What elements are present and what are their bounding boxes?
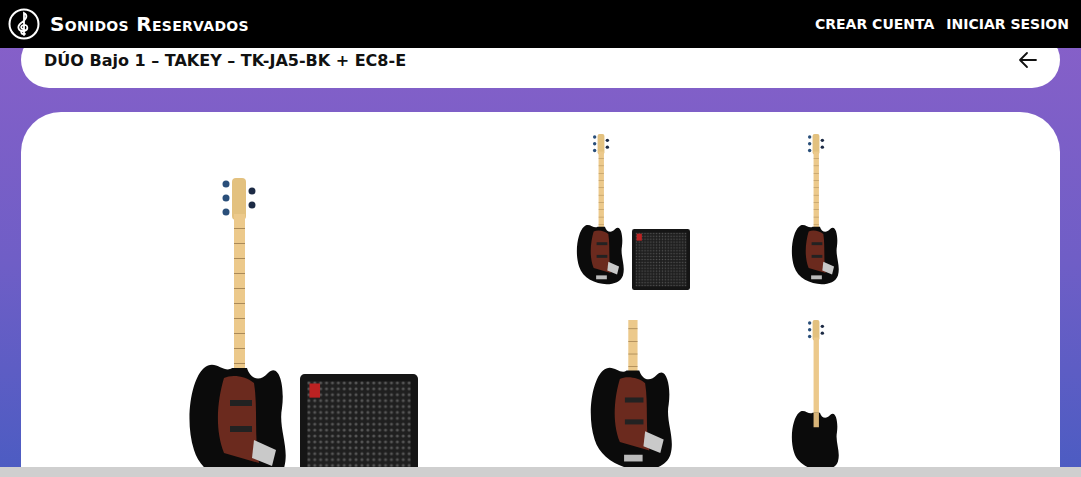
thumbnail-photo[interactable] bbox=[574, 134, 690, 290]
nav-menu: CREAR CUENTA INICIAR SESION bbox=[815, 16, 1069, 32]
nav-link[interactable]: CREAR CUENTA bbox=[815, 16, 934, 32]
logo-text[interactable]: Sonidos Reservados bbox=[50, 12, 249, 36]
top-bar: Sonidos Reservados CREAR CUENTA INICIAR S… bbox=[0, 0, 1081, 48]
thumbnail[interactable] bbox=[540, 134, 724, 312]
main-image bbox=[21, 112, 540, 467]
gallery-card bbox=[21, 112, 1060, 467]
thumbnail-grid bbox=[540, 112, 1060, 467]
back-arrow-icon[interactable] bbox=[1018, 51, 1038, 69]
nav-link[interactable]: INICIAR SESION bbox=[946, 16, 1069, 32]
thumbnail-photo[interactable] bbox=[789, 134, 843, 290]
thumbnail[interactable] bbox=[724, 134, 908, 312]
treble-clef-logo-icon bbox=[8, 8, 40, 40]
thumbnail[interactable] bbox=[724, 320, 908, 467]
product-photo[interactable] bbox=[184, 145, 418, 467]
thumbnail-photo[interactable] bbox=[586, 320, 679, 467]
thumbnail-photo[interactable] bbox=[789, 320, 843, 467]
horizontal-scrollbar[interactable] bbox=[0, 467, 1081, 477]
brand[interactable]: Sonidos Reservados bbox=[8, 8, 249, 40]
product-title: DÚO Bajo 1 – TAKEY – TK-JA5-BK + EC8-E bbox=[44, 51, 406, 70]
thumbnail[interactable] bbox=[540, 320, 724, 467]
